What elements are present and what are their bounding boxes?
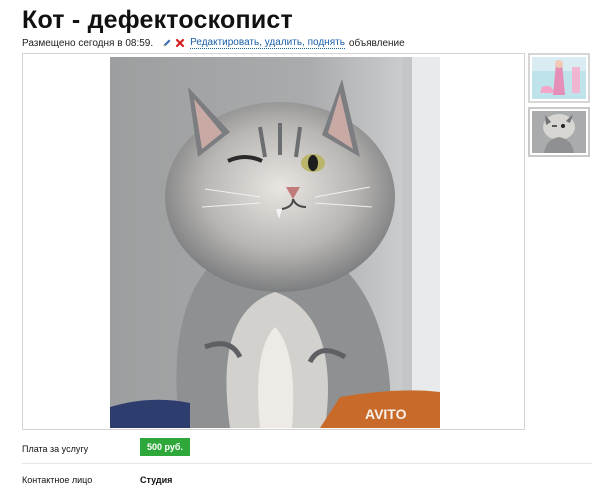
thumbnail-2[interactable] (528, 107, 590, 157)
price-badge: 500 руб. (140, 438, 190, 456)
page-title: Кот - дефектоскопист (22, 6, 293, 34)
contact-value: Студия (140, 475, 173, 485)
pencil-icon[interactable] (162, 38, 172, 48)
thumb-pink-figure (532, 57, 586, 99)
price-label: Плата за услугу (22, 444, 89, 454)
main-photo[interactable]: AVITO (110, 57, 440, 428)
posted-time: Размещено сегодня в 08:59. (22, 37, 154, 49)
listing-meta: Размещено сегодня в 08:59. Редактировать… (22, 37, 405, 49)
watermark-text: AVITO (365, 406, 407, 422)
contact-label: Контактное лицо (22, 475, 93, 485)
thumb-cat (532, 111, 586, 153)
details-divider (22, 463, 592, 464)
thumbnail-1[interactable] (528, 53, 590, 103)
edit-suffix: объявление (348, 37, 405, 49)
cat-photo: AVITO (110, 57, 440, 428)
edit-link[interactable]: Редактировать, удалить, поднять (190, 37, 345, 49)
delete-icon[interactable] (175, 38, 185, 48)
main-photo-frame: AVITO (22, 53, 525, 430)
